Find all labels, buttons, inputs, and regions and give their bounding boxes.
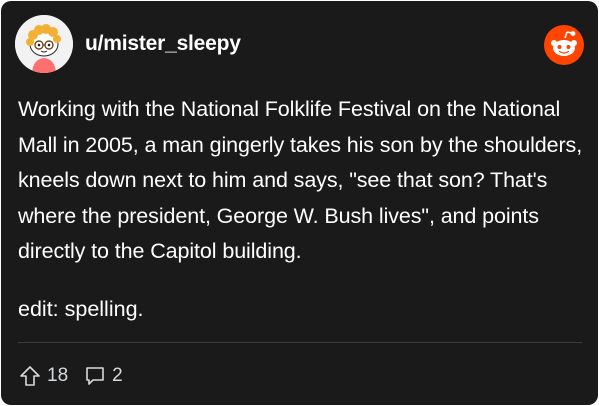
divider <box>18 342 582 343</box>
reddit-logo-icon[interactable] <box>544 25 584 65</box>
post-username[interactable]: u/mister_sleepy <box>85 32 241 56</box>
comment-count: 2 <box>112 365 123 386</box>
user-avatar[interactable] <box>15 15 73 73</box>
comments-button[interactable]: 2 <box>84 365 123 387</box>
post-footer: 18 2 <box>19 363 123 389</box>
snoo-avatar-icon <box>15 15 73 73</box>
post-body: Working with the National Folklife Festi… <box>18 97 583 263</box>
post-card: u/mister_sleepy Working with the Nationa… <box>1 1 598 405</box>
post-edit-note: edit: spelling. <box>18 297 144 321</box>
comment-bubble-icon <box>84 365 106 387</box>
upvote-button[interactable]: 18 <box>19 365 68 387</box>
upvote-count: 18 <box>47 365 69 386</box>
upvote-arrow-icon <box>19 365 41 387</box>
